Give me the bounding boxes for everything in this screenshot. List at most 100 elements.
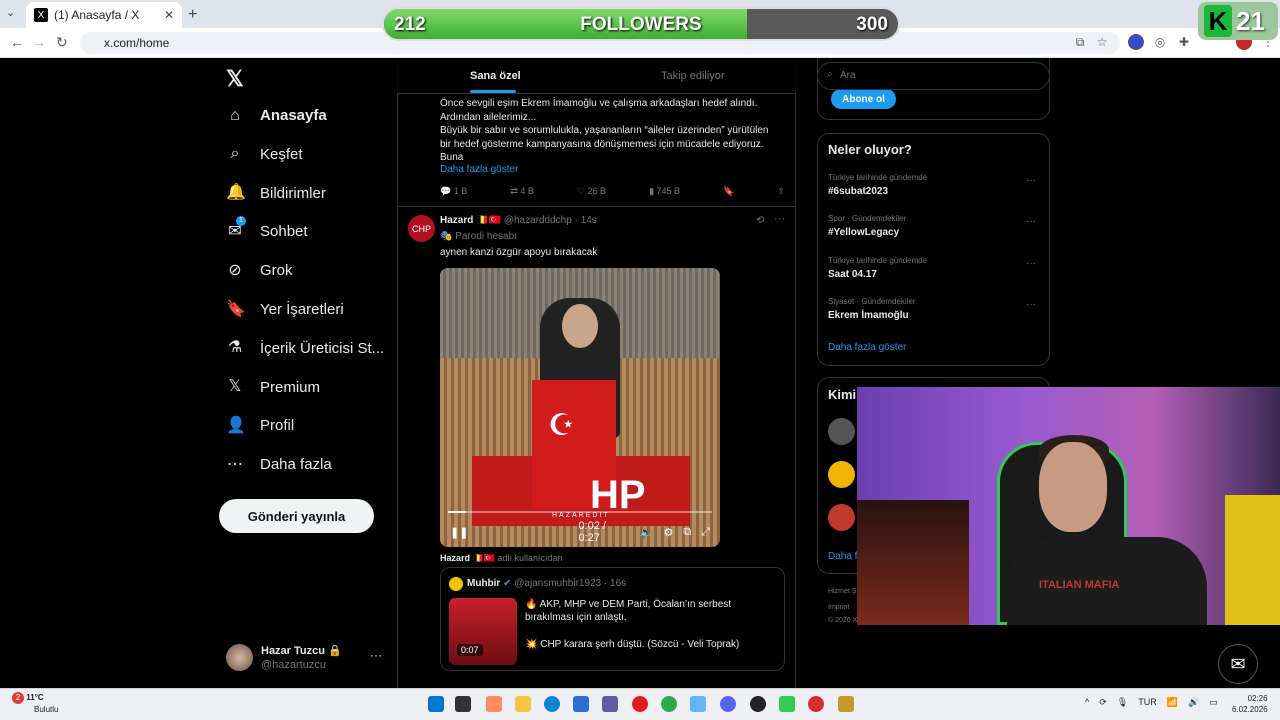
view-count: 745 B — [656, 186, 681, 196]
footer-link[interactable]: Hizmet Ş — [828, 588, 856, 595]
views-button[interactable]: ▮ 745 B — [649, 186, 680, 197]
copilot-icon[interactable] — [486, 696, 502, 712]
back-icon[interactable]: ← — [10, 34, 24, 50]
like-button[interactable]: ♡ 26 B — [577, 186, 606, 197]
pause-icon[interactable]: ❚❚ — [450, 526, 468, 539]
install-icon[interactable]: ⧉ — [1072, 34, 1088, 50]
nav-item-label: Bildirimler — [260, 184, 326, 202]
volume-icon[interactable]: 🔊 — [1188, 697, 1199, 708]
author-name[interactable]: Hazard — [440, 215, 473, 226]
settings-icon[interactable]: ⚙ — [663, 526, 673, 539]
nav-item[interactable]: ⊘ Grok — [226, 251, 292, 290]
tab-for-you[interactable]: Sana özel — [470, 70, 521, 82]
avatar[interactable] — [828, 418, 855, 445]
tweet-text-line: Ardından ailelerimiz... — [440, 111, 537, 123]
share-icon[interactable]: ⇪ — [777, 186, 785, 197]
nav-item[interactable]: ⚗ İçerik Üreticisi St... — [226, 329, 384, 368]
discord-icon[interactable] — [720, 696, 736, 712]
repost-button[interactable]: ⇄ 4 B — [510, 186, 534, 197]
wifi-icon[interactable]: 📶 — [1167, 697, 1178, 708]
fullscreen-icon[interactable]: ⤢ — [701, 526, 710, 539]
trends-show-more-link[interactable]: Daha fazla göster — [828, 342, 906, 353]
trend-item[interactable]: #YellowLegacy — [828, 227, 899, 238]
more-icon[interactable]: ··· — [1026, 175, 1036, 186]
chrome-icon[interactable] — [661, 696, 677, 712]
nav-item[interactable]: 🔖 Yer İşaretleri — [226, 290, 344, 329]
bookmark-icon[interactable]: 🔖 — [723, 186, 734, 197]
chevron-up-icon[interactable]: ^ — [1085, 697, 1089, 708]
nav-item[interactable]: ⌕ Keşfet — [226, 135, 303, 174]
nav-item[interactable]: 👤 Profil — [226, 406, 294, 445]
opera-icon[interactable] — [632, 696, 648, 712]
trend-item[interactable]: Ekrem İmamoğlu — [828, 310, 909, 321]
video-progress[interactable] — [448, 511, 712, 513]
more-icon[interactable]: ··· — [1026, 258, 1036, 269]
person-icon: 👤 — [226, 416, 246, 434]
author-handle[interactable]: @hazardddchp · 14s — [504, 215, 597, 226]
post-button[interactable]: Gönderi yayınla — [219, 499, 374, 533]
battery-icon[interactable]: ▭ — [1209, 697, 1218, 708]
reload-icon[interactable]: ↻ — [56, 34, 68, 51]
weather-widget[interactable]: 2 11°C Bulutlu — [12, 692, 58, 715]
kick-count: 21 — [1236, 5, 1265, 36]
language-indicator[interactable]: TUR — [1138, 697, 1157, 708]
tab-following[interactable]: Takip ediliyor — [661, 70, 725, 82]
trend-item[interactable]: Saat 04.17 — [828, 269, 877, 280]
bookmark-star-icon[interactable]: ☆ — [1094, 34, 1110, 50]
store-icon[interactable] — [573, 696, 589, 712]
account-switcher[interactable]: Hazar Tuzcu 🔒 @hazartuzcu ··· — [226, 642, 386, 672]
browser-tab[interactable]: X (1) Anasayfa / X ✕ — [26, 2, 182, 28]
more-icon[interactable]: ··· — [1026, 299, 1036, 310]
like-count: 26 B — [587, 186, 607, 196]
avatar[interactable]: CHP — [408, 215, 435, 242]
file-explorer-icon[interactable] — [515, 696, 531, 712]
nav-item[interactable]: ✉ Sohbet 1 — [226, 212, 308, 251]
search-input[interactable]: ⌕ Ara — [817, 62, 1050, 90]
x-logo-icon[interactable]: 𝕏 — [226, 66, 244, 92]
video-player[interactable]: ☪ HP HAZAREDIT ❚❚ 0:02 / 0:27 🔈 ⚙ ⧉ ⤢ — [440, 268, 720, 547]
pip-icon[interactable]: ⧉ — [683, 526, 691, 539]
app-icon[interactable] — [690, 696, 706, 712]
avatar[interactable] — [828, 461, 855, 488]
reply-button[interactable]: 💬 1 B — [440, 186, 467, 197]
clock[interactable]: 02:26 6.02.2026 — [1232, 693, 1268, 715]
grok-icon[interactable]: ⟲ — [756, 215, 764, 226]
extension-icon[interactable]: ◎ — [1152, 34, 1168, 50]
nav-item-label: Profil — [260, 417, 295, 435]
sync-icon[interactable]: ⟳ — [1099, 697, 1107, 708]
messages-float-button[interactable]: ✉ — [1218, 644, 1258, 684]
app-icon[interactable] — [838, 696, 854, 712]
quoted-tweet[interactable]: Muhbir ✔ @ajansmuhbir1923 · 16s 0:07 🔥 A… — [440, 567, 785, 671]
nav-item[interactable]: 🔔 Bildirimler — [226, 174, 326, 213]
volume-icon[interactable]: 🔈 — [640, 526, 654, 539]
nav-item[interactable]: 𝕏 Premium — [226, 368, 320, 407]
subscribe-button[interactable]: Abone ol — [831, 89, 896, 109]
edge-icon[interactable] — [544, 696, 560, 712]
more-icon[interactable]: ··· — [1026, 216, 1036, 227]
app-icon[interactable] — [602, 696, 618, 712]
nav-item[interactable]: ⋯ Daha fazla — [226, 445, 332, 484]
footer-link[interactable]: Imprint — [828, 604, 849, 611]
trends-title: Neler oluyor? — [828, 142, 912, 157]
extensions-puzzle-icon[interactable]: ✚ — [1176, 34, 1192, 50]
mic-icon[interactable]: 🎙 — [1117, 697, 1128, 708]
avatar[interactable] — [828, 504, 855, 531]
show-more-link[interactable]: Daha fazla göster — [440, 164, 518, 175]
kick-icon[interactable] — [779, 696, 795, 712]
obs-icon[interactable] — [750, 696, 766, 712]
tab-search-icon[interactable]: ⌄ — [6, 6, 15, 19]
nav-item[interactable]: ⌂ Anasayfa — [226, 96, 327, 135]
start-icon[interactable] — [428, 696, 444, 712]
new-tab-button[interactable]: + — [188, 6, 197, 24]
extension-icon[interactable] — [1128, 34, 1144, 50]
credit-name[interactable]: Hazard — [440, 553, 470, 563]
who-show-more-link[interactable]: Daha f — [828, 551, 857, 562]
trend-item[interactable]: #6subat2023 — [828, 186, 888, 197]
more-icon[interactable]: ··· — [774, 213, 785, 225]
reply-count: 1 B — [453, 186, 468, 196]
tab-close-icon[interactable]: ✕ — [164, 8, 174, 22]
more-icon[interactable]: ··· — [370, 648, 382, 662]
forward-icon[interactable]: → — [32, 34, 46, 50]
app-icon[interactable] — [808, 696, 824, 712]
task-view-icon[interactable] — [455, 696, 471, 712]
